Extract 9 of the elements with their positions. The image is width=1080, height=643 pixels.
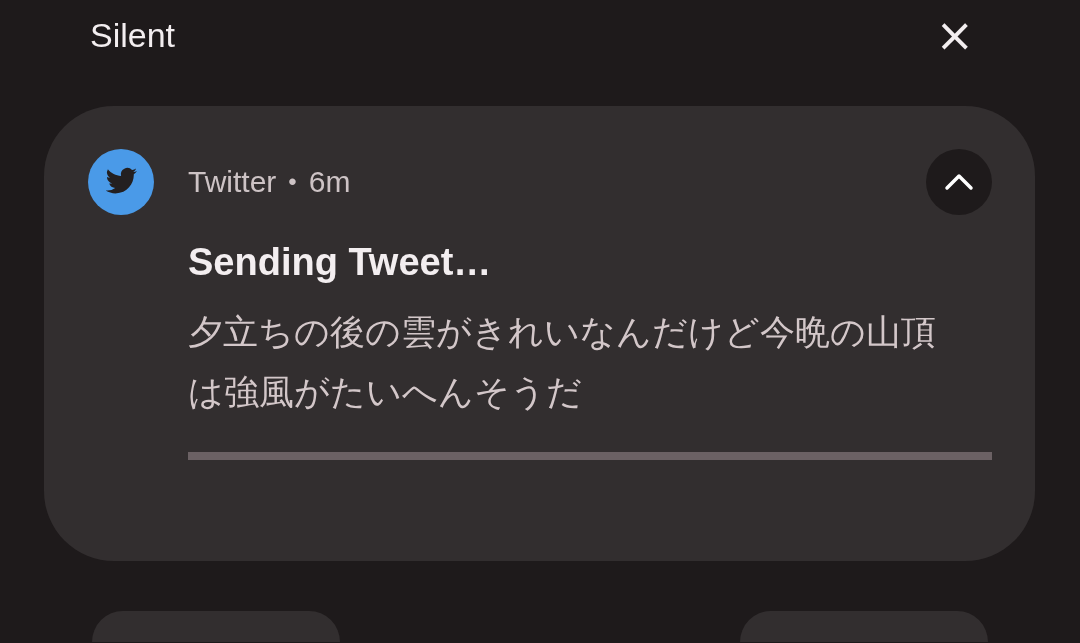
timestamp: 6m: [308, 165, 351, 199]
close-button[interactable]: ×: [929, 12, 980, 58]
app-name: Twitter: [188, 165, 277, 199]
notification-title: Sending Tweet…: [188, 241, 493, 284]
separator-dot: •: [288, 168, 297, 196]
chevron-icon: [944, 173, 974, 191]
section-title: Silent: [90, 15, 176, 55]
bird-icon: [88, 149, 154, 215]
notification-text: 夕立ちの後の雲がきれいなんだけど今晩の山頂は強風がたいへんそうだ: [188, 311, 937, 414]
